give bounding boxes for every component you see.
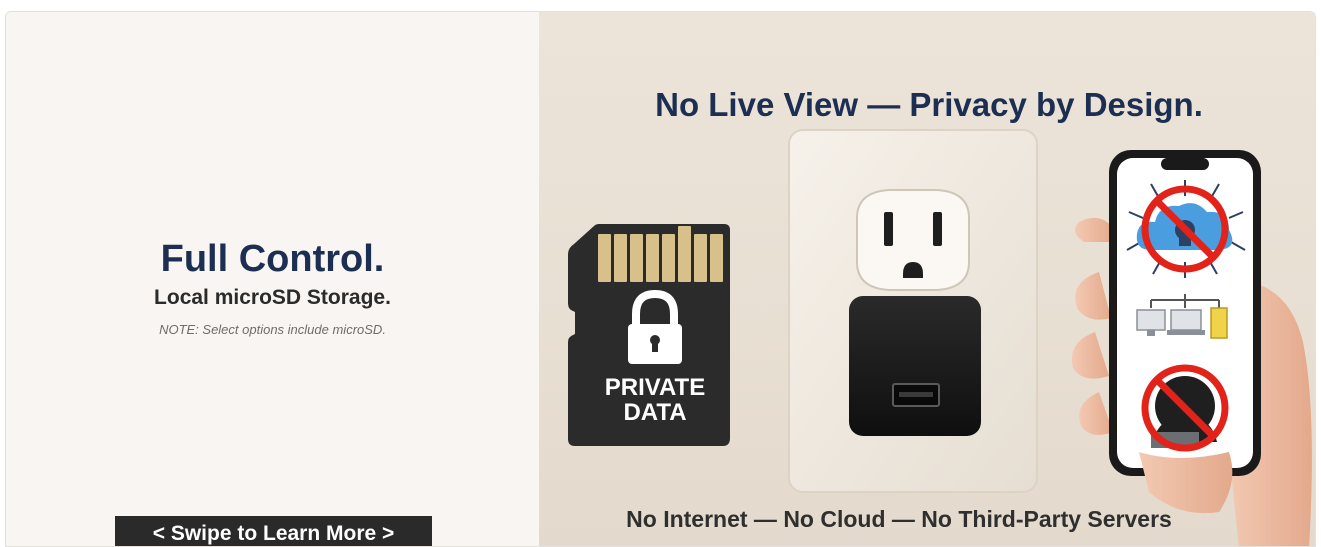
usb-charger-icon [849, 296, 981, 436]
no-hacker-icon [1141, 364, 1229, 452]
network-devices-icon [1136, 294, 1228, 339]
right-panel: PRIVATE DATA No Live View — Privacy by D… [539, 12, 1315, 546]
left-panel: Full Control. Local microSD Storage. NOT… [6, 12, 539, 546]
right-footer: No Internet — No Cloud — No Third-Party … [626, 506, 1172, 532]
swipe-button[interactable]: < Swipe to Learn More > [115, 516, 432, 546]
left-title: Full Control. [160, 238, 385, 280]
card-text-line1: PRIVATE [605, 374, 705, 401]
microsd-card-icon: PRIVATE DATA [568, 224, 730, 446]
right-title: No Live View — Privacy by Design. [655, 86, 1203, 123]
left-subtitle: Local microSD Storage. [154, 286, 391, 309]
smartphone-icon [1109, 150, 1261, 476]
privacy-banner: Full Control. Local microSD Storage. NOT… [5, 11, 1316, 547]
left-note: NOTE: Select options include microSD. [159, 322, 386, 337]
card-text-line2: DATA [623, 399, 686, 426]
thumb-image [1139, 452, 1233, 514]
